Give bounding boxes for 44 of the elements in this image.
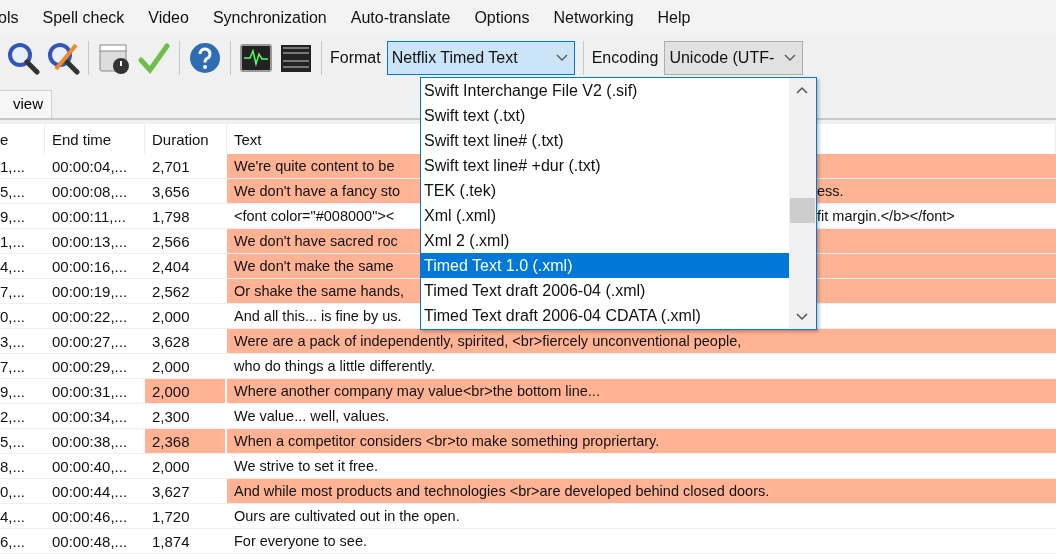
menu-item[interactable]: Video — [136, 8, 201, 27]
cell-text: When a competitor considers <br>to make something propriertary. — [234, 433, 660, 449]
chevron-down-icon — [784, 53, 797, 62]
menu-item[interactable]: Synchronization — [200, 8, 339, 27]
cell-text: For everyone to see. — [234, 533, 367, 549]
table-cell: 2,000 — [145, 379, 227, 403]
menu-item[interactable]: Spell check — [30, 8, 137, 27]
cell-text: We value... well, values. — [234, 408, 390, 424]
cell-text: Where another company may value<br>the bottom line... — [234, 383, 600, 399]
menu-item[interactable]: Help — [645, 8, 703, 27]
cell-text: ess. — [817, 183, 844, 199]
cell-text: We don't make the same — [234, 258, 394, 274]
format-select[interactable]: Netflix Timed Text — [386, 40, 575, 75]
menu-item[interactable]: Auto-translate — [338, 8, 463, 27]
cell-text: <font color="#008000">< — [234, 208, 395, 224]
check-icon[interactable] — [137, 40, 171, 75]
cell-text: Ours are cultivated out in the open. — [234, 508, 460, 524]
cell-text: We don't have a fancy sto — [234, 183, 401, 199]
menu-item[interactable]: Options — [462, 8, 542, 27]
table-cell: 2,368 — [145, 429, 227, 453]
cell-text: We don't have sacred roc — [234, 233, 398, 249]
tab[interactable]: view — [0, 90, 52, 118]
dropdown-option[interactable]: Swift Interchange File V2 (.sif) — [421, 78, 789, 103]
encoding-label: Encoding — [591, 48, 659, 67]
cell-text: We strive to set it free. — [234, 458, 378, 474]
chevron-down-icon[interactable] — [796, 313, 808, 321]
cell-text: And while most products and technologies <br>are developed behind closed doors. — [234, 483, 770, 499]
scrollbar-thumb[interactable] — [790, 198, 815, 223]
scrollbar[interactable] — [789, 78, 816, 329]
dropdown-option[interactable]: Timed Text 1.0 (.xml) — [421, 253, 789, 278]
search-icon[interactable] — [6, 40, 40, 75]
cell-text: who do things a little differently. — [234, 358, 435, 374]
cell-text: And all this... is fine by us. — [234, 308, 402, 324]
format-label: Format — [330, 48, 381, 67]
chevron-down-icon — [555, 53, 568, 62]
help-icon[interactable] — [188, 40, 222, 75]
cell-text: Or shake the same hands, — [234, 283, 405, 299]
chevron-up-icon[interactable] — [796, 86, 808, 94]
cell-text: We're quite content to be — [234, 158, 395, 174]
cell-text: fit margin.</b></font> — [817, 208, 955, 224]
magnifier-pencil-icon[interactable] — [46, 40, 80, 75]
encoding-select[interactable]: Unicode (UTF- — [664, 40, 804, 75]
menu-item[interactable]: Networking — [541, 8, 646, 27]
cell-text: Were are a pack of independently, spirited, <br>fiercely unconventional people, — [234, 333, 742, 349]
